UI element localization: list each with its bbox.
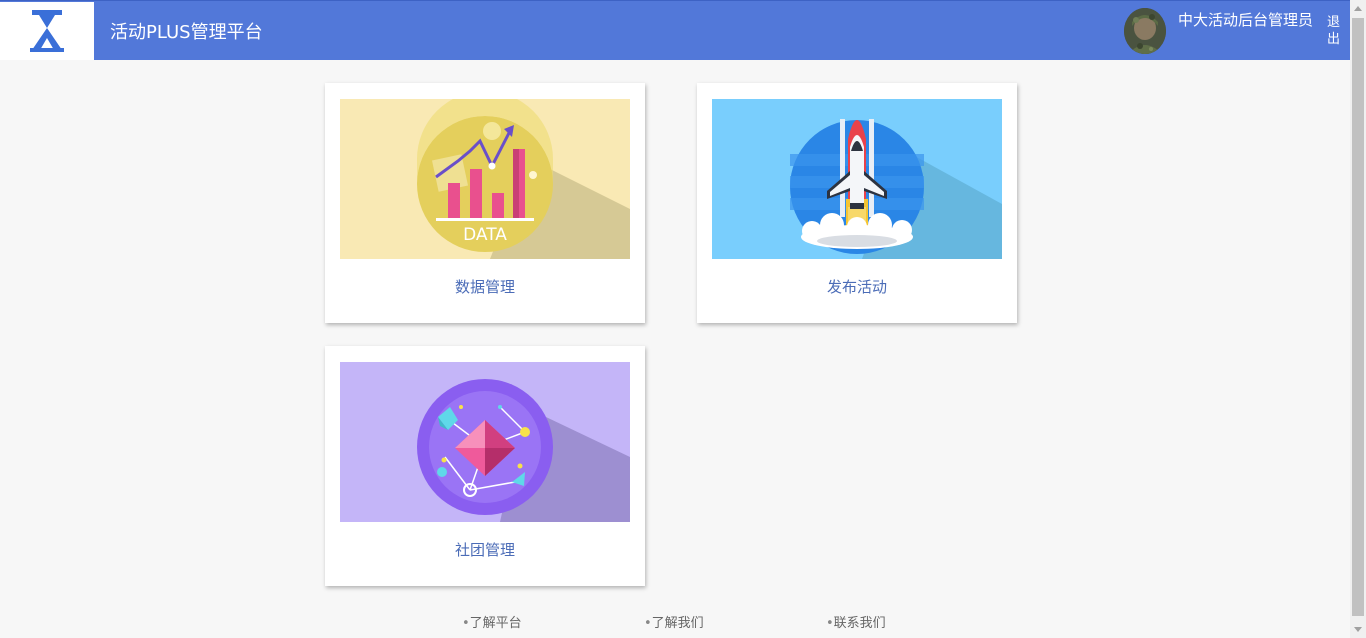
- user-name: 中大活动后台管理员: [1178, 11, 1314, 29]
- logo[interactable]: [0, 2, 94, 60]
- top-header: 活动PLUS管理平台 中大活动后台管理员 退出: [0, 0, 1350, 60]
- footer: •了解平台 •了解我们 •联系我们: [0, 612, 1350, 632]
- card-label-club[interactable]: 社团管理: [325, 539, 645, 560]
- avatar[interactable]: [1124, 8, 1166, 54]
- card-publish-activity[interactable]: 发布活动: [697, 83, 1017, 323]
- scroll-thumb[interactable]: [1352, 18, 1364, 616]
- rocket-icon: [712, 99, 1002, 259]
- footer-link-contact-us[interactable]: •联系我们: [826, 612, 886, 631]
- bullet-icon: •: [462, 616, 470, 631]
- card-label-data[interactable]: 数据管理: [325, 276, 645, 297]
- gem-network-icon: [340, 362, 630, 522]
- page-scrollbar[interactable]: [1350, 0, 1366, 638]
- card-label-publish[interactable]: 发布活动: [697, 276, 1017, 297]
- data-chart-icon: DATA: [340, 99, 630, 259]
- footer-link-label[interactable]: 联系我们: [834, 616, 886, 631]
- bullet-icon: •: [644, 616, 652, 631]
- svg-text:DATA: DATA: [463, 225, 507, 245]
- card-data-management[interactable]: DATA 数据管理: [325, 83, 645, 323]
- logo-icon: [30, 10, 64, 52]
- footer-link-about-us[interactable]: •了解我们: [644, 612, 704, 631]
- bullet-icon: •: [826, 616, 834, 631]
- app-title: 活动PLUS管理平台: [110, 22, 263, 43]
- footer-link-label[interactable]: 了解我们: [652, 616, 704, 631]
- logout-button[interactable]: 退出: [1327, 14, 1341, 48]
- footer-link-about-platform[interactable]: •了解平台: [462, 612, 522, 631]
- footer-link-label[interactable]: 了解平台: [470, 616, 522, 631]
- scroll-down-icon[interactable]: [1354, 627, 1362, 632]
- card-club-management[interactable]: 社团管理: [325, 346, 645, 586]
- scroll-up-icon[interactable]: [1354, 6, 1362, 11]
